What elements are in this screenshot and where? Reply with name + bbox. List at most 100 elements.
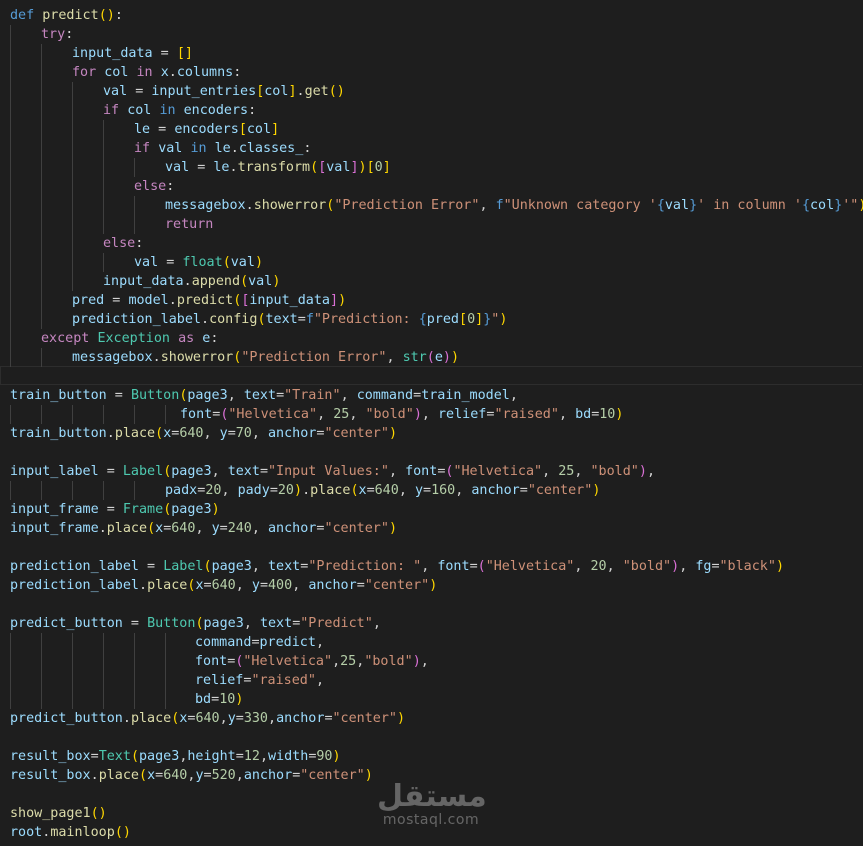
code-token: "Helvetica": [243, 654, 333, 669]
code-token: train_button: [10, 388, 107, 403]
code-token: y: [251, 578, 260, 593]
code-line: val = float(val): [10, 253, 263, 272]
code-token: Button: [130, 388, 180, 403]
code-token: page3: [139, 749, 180, 764]
code-token: ,: [235, 578, 252, 593]
code-line: input_frame = Frame(page3): [10, 500, 220, 519]
code-token: train_button: [10, 426, 107, 441]
code-token: result_box: [10, 749, 91, 764]
code-line: else:: [10, 177, 174, 196]
code-token: messagebox: [165, 198, 246, 213]
code-token: anchor: [471, 483, 520, 498]
code-token: font: [195, 654, 228, 669]
code-token: anchor: [268, 426, 317, 441]
watermark-logo: مستقل: [377, 779, 487, 814]
code-token: anchor: [243, 768, 293, 783]
code-token: 20: [590, 559, 607, 574]
code-token: float: [182, 255, 223, 270]
code-token: ,: [455, 483, 472, 498]
code-token: ): [388, 426, 397, 441]
code-token: ): [858, 198, 863, 213]
code-token: 25: [558, 464, 575, 479]
code-token: val: [103, 84, 128, 99]
code-token: =: [324, 711, 333, 726]
code-token: y: [195, 768, 204, 783]
code-line: bd=10): [10, 690, 243, 709]
code-token: ,: [679, 559, 696, 574]
code-token: 90: [316, 749, 333, 764]
code-token: ): [592, 483, 601, 498]
code-token: 20: [205, 483, 222, 498]
code-token: command: [356, 388, 414, 403]
code-token: ,: [542, 464, 559, 479]
code-token: prediction_label: [10, 559, 139, 574]
code-token: .: [296, 84, 305, 99]
code-token: page3: [171, 464, 212, 479]
code-token: "bold": [365, 407, 414, 422]
code-token: "Prediction:: [313, 312, 419, 327]
code-token: return: [165, 217, 214, 232]
code-token: in: [159, 103, 176, 118]
code-token: .: [168, 65, 177, 80]
code-token: ,: [332, 654, 341, 669]
code-line: train_button.place(x=640, y=70, anchor="…: [10, 424, 397, 443]
code-line: except Exception as e:: [10, 329, 218, 348]
code-token: =: [251, 635, 260, 650]
code-token: try: [41, 27, 66, 42]
code-token: =: [235, 711, 244, 726]
code-token: "Prediction: ": [308, 559, 422, 574]
code-line: try:: [10, 25, 73, 44]
code-token: Exception: [97, 331, 170, 346]
code-token: (): [90, 806, 107, 821]
code-token: ): [775, 559, 784, 574]
code-token: input_frame: [10, 502, 99, 517]
code-token: place: [310, 483, 351, 498]
code-line: input_frame.place(x=640, y=240, anchor="…: [10, 519, 397, 538]
code-token: =: [366, 483, 375, 498]
code-token: (: [310, 160, 319, 175]
code-token: str: [402, 350, 427, 365]
code-line: padx=20, pady=20).place(x=640, y=160, an…: [10, 481, 600, 500]
code-token: col: [127, 103, 152, 118]
code-token: 20: [277, 483, 294, 498]
code-token: ): [413, 407, 422, 422]
code-token: ): [294, 483, 303, 498]
code-line: le = encoders[col]: [10, 120, 279, 139]
code-token: :: [233, 65, 242, 80]
code-token: font: [180, 407, 213, 422]
code-token: [: [238, 122, 247, 137]
code-token: ): [615, 407, 624, 422]
code-token: 330: [243, 711, 268, 726]
code-token: =: [269, 483, 278, 498]
code-token: [: [366, 160, 375, 175]
code-token: "Predict": [300, 616, 373, 631]
code-token: bd: [195, 692, 212, 707]
code-line: val = input_entries[col].get(): [10, 82, 345, 101]
code-token: .: [122, 711, 131, 726]
code-token: ,: [235, 768, 244, 783]
code-token: ,: [646, 464, 655, 479]
code-token: :: [65, 27, 74, 42]
code-token: input_label: [10, 464, 99, 479]
code-token: 640: [163, 768, 188, 783]
code-token: text: [265, 312, 298, 327]
code-line: if col in encoders:: [10, 101, 256, 120]
code-token: page3: [211, 559, 252, 574]
code-editor[interactable]: def predict(): try: input_data = [] for col…: [0, 0, 863, 846]
code-token: (: [195, 616, 204, 631]
code-token: {: [656, 198, 665, 213]
code-token: (: [203, 559, 212, 574]
code-token: "raised": [494, 407, 559, 422]
watermark-domain: mostaql.com: [382, 812, 480, 828]
code-token: bd: [575, 407, 592, 422]
code-token: ]: [271, 122, 280, 137]
code-line: input_data.append(val): [10, 272, 280, 291]
code-token: if: [134, 141, 151, 156]
code-token: "center": [324, 426, 389, 441]
code-line: messagebox.showerror ("Prediction Error",…: [10, 348, 459, 367]
code-line: prediction_label.place(x=640, y=400, anc…: [10, 576, 437, 595]
code-token: page3: [187, 388, 228, 403]
code-token: width: [268, 749, 309, 764]
